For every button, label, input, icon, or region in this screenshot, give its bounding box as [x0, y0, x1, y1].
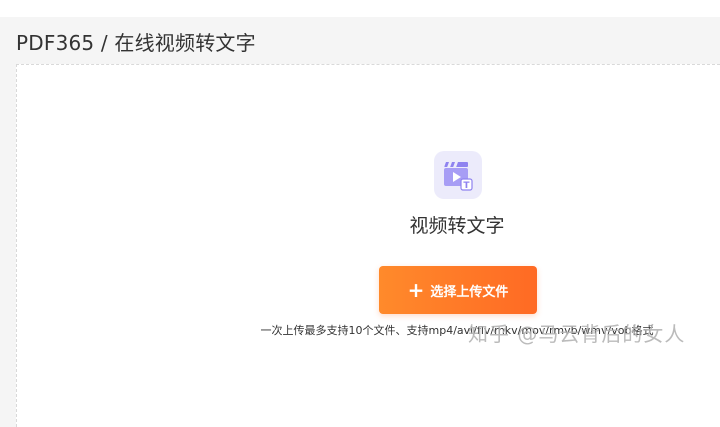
upload-button-label: 选择上传文件 [430, 284, 509, 300]
breadcrumb: PDF365 / 在线视频转文字 [16, 31, 256, 55]
svg-text:T: T [463, 181, 470, 191]
video-to-text-icon: T [434, 151, 482, 199]
tool-title: 视频转文字 [409, 215, 505, 237]
watermark: 知乎 @马云背后的女人 [468, 322, 686, 346]
plus-icon: + [407, 278, 425, 302]
upload-panel: T 视频转文字 + 选择上传文件 一次上传最多支持10个文件、支持mp4/avi… [16, 64, 720, 427]
top-bar [0, 0, 720, 17]
page: PDF365 / 在线视频转文字 T 视频转文字 + 选择上传文件 一次上传最多… [0, 0, 720, 427]
video-icon-graphic: T [441, 162, 473, 191]
select-upload-file-button[interactable]: + 选择上传文件 [379, 266, 537, 314]
